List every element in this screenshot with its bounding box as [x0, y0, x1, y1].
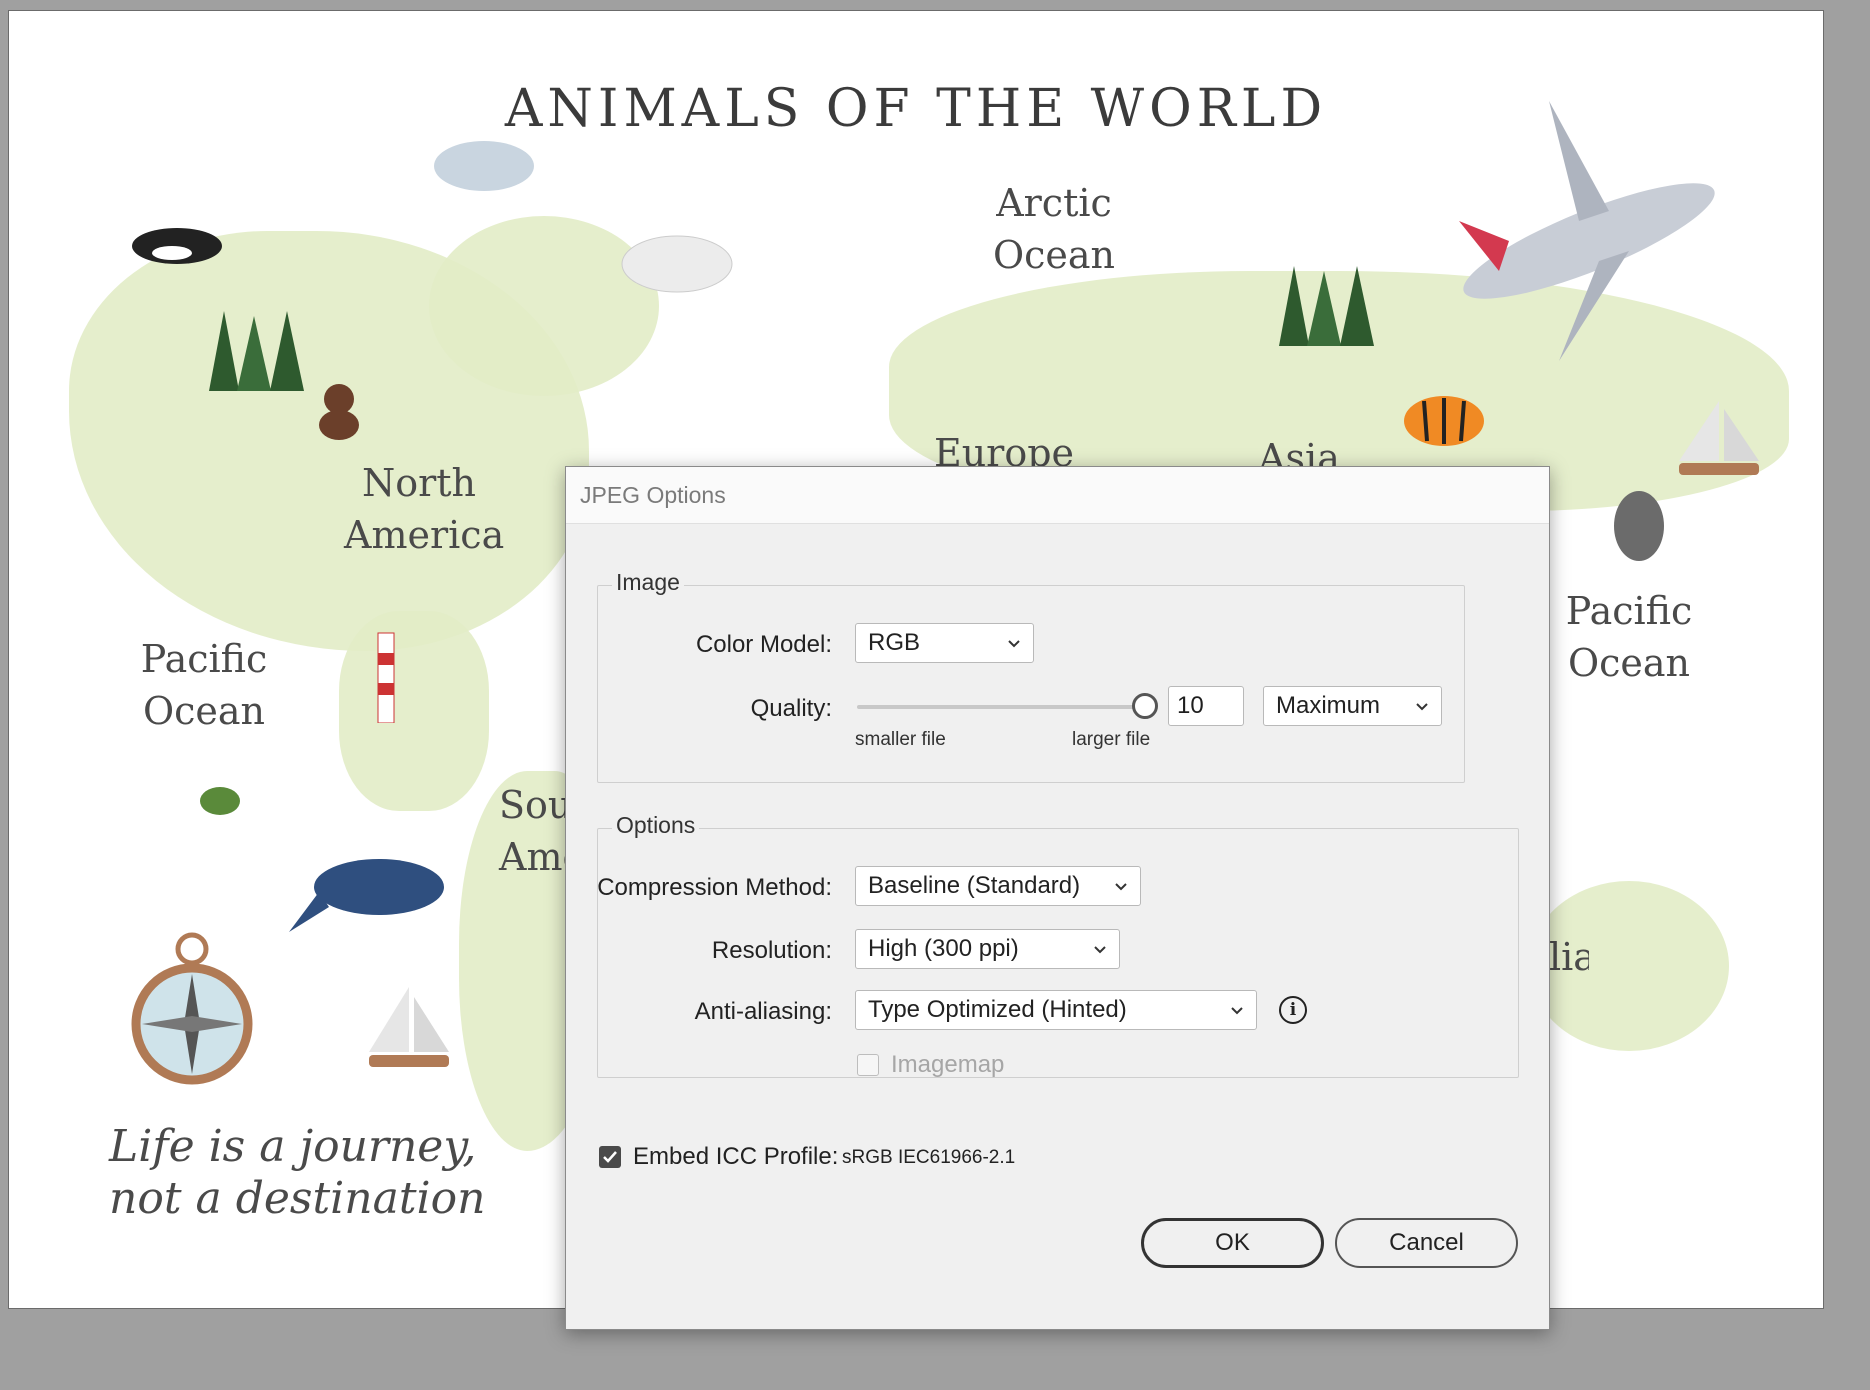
tiger-icon — [1404, 396, 1484, 446]
polar-bear-icon — [621, 235, 733, 293]
trees-icon — [209, 311, 304, 391]
cancel-button[interactable]: Cancel — [1335, 1218, 1518, 1268]
turtle-icon — [200, 787, 240, 815]
color-model-label: Color Model: — [695, 631, 832, 658]
resolution-select[interactable]: High (300 ppi) — [855, 929, 1120, 969]
compression-method-value: Baseline (Standard) — [868, 872, 1081, 899]
compression-method-select[interactable]: Baseline (Standard) — [855, 866, 1141, 906]
color-model-value: RGB — [868, 629, 921, 656]
sailboat-right-icon — [1679, 401, 1759, 475]
chevron-down-icon — [1416, 703, 1428, 711]
quality-preset-value: Maximum — [1276, 692, 1381, 719]
smaller-file-label: smaller file — [855, 729, 946, 750]
antialiasing-select[interactable]: Type Optimized (Hinted) — [855, 990, 1257, 1030]
chevron-down-icon — [1115, 883, 1127, 891]
quality-preset-select[interactable]: Maximum — [1263, 686, 1442, 726]
whale-icon — [289, 859, 444, 932]
antialiasing-label: Anti-aliasing: — [694, 998, 832, 1025]
label-australia-partial: lia — [1549, 935, 1589, 979]
quality-slider-thumb[interactable] — [1132, 693, 1158, 719]
options-group-label: Options — [612, 812, 700, 839]
resolution-label: Resolution: — [711, 937, 832, 964]
dialog-title: JPEG Options — [580, 481, 726, 508]
quality-slider-track[interactable] — [857, 705, 1143, 709]
cancel-button-label: Cancel — [1389, 1229, 1464, 1256]
bear-icon — [319, 384, 359, 440]
ok-button[interactable]: OK — [1141, 1218, 1324, 1268]
imagemap-checkbox[interactable] — [857, 1054, 879, 1076]
compass-icon — [131, 932, 253, 1085]
quality-value: 10 — [1177, 692, 1204, 719]
checkmark-icon — [603, 1151, 617, 1163]
dolphin-icon — [1614, 491, 1664, 561]
chevron-down-icon — [1008, 640, 1020, 648]
imagemap-label: Imagemap — [891, 1051, 1005, 1078]
label-arctic-ocean: Arctic Ocean — [992, 181, 1116, 277]
compression-method-label: Compression Method: — [597, 874, 832, 901]
label-pacific-ocean-right: Pacific Ocean — [1565, 589, 1693, 685]
image-group: Image — [597, 569, 1465, 783]
quality-value-input[interactable]: 10 — [1168, 686, 1244, 726]
info-icon[interactable]: i — [1279, 996, 1307, 1024]
airplane-icon — [1459, 101, 1715, 361]
chevron-down-icon — [1231, 1007, 1243, 1015]
ok-button-label: OK — [1215, 1229, 1250, 1256]
quote-text: Life is a journey, not a destination — [109, 1121, 486, 1224]
resolution-value: High (300 ppi) — [868, 935, 1019, 962]
chevron-down-icon — [1094, 946, 1106, 954]
embed-icc-profile: sRGB IEC61966-2.1 — [842, 1147, 1016, 1168]
antialiasing-value: Type Optimized (Hinted) — [868, 996, 1127, 1023]
label-north-america: North America — [344, 461, 505, 557]
trees-asia-icon — [1279, 266, 1374, 346]
embed-icc-checkbox[interactable] — [599, 1146, 621, 1168]
color-model-select[interactable]: RGB — [855, 623, 1034, 663]
land-central-america — [339, 611, 489, 811]
sailboat-icon — [369, 987, 449, 1067]
jpeg-options-dialog: JPEG Options Image Color Model: RGB Qual… — [565, 466, 1550, 1330]
beluga-icon — [434, 141, 534, 191]
lighthouse-icon — [377, 632, 395, 723]
embed-icc-label: Embed ICC Profile: — [633, 1143, 839, 1170]
label-pacific-ocean-left: Pacific Ocean — [140, 637, 268, 733]
orca-icon — [132, 228, 222, 264]
quality-label: Quality: — [750, 695, 832, 722]
image-group-label: Image — [612, 569, 684, 596]
larger-file-label: larger file — [1072, 729, 1151, 750]
dialog-titlebar[interactable]: JPEG Options — [566, 467, 1549, 524]
